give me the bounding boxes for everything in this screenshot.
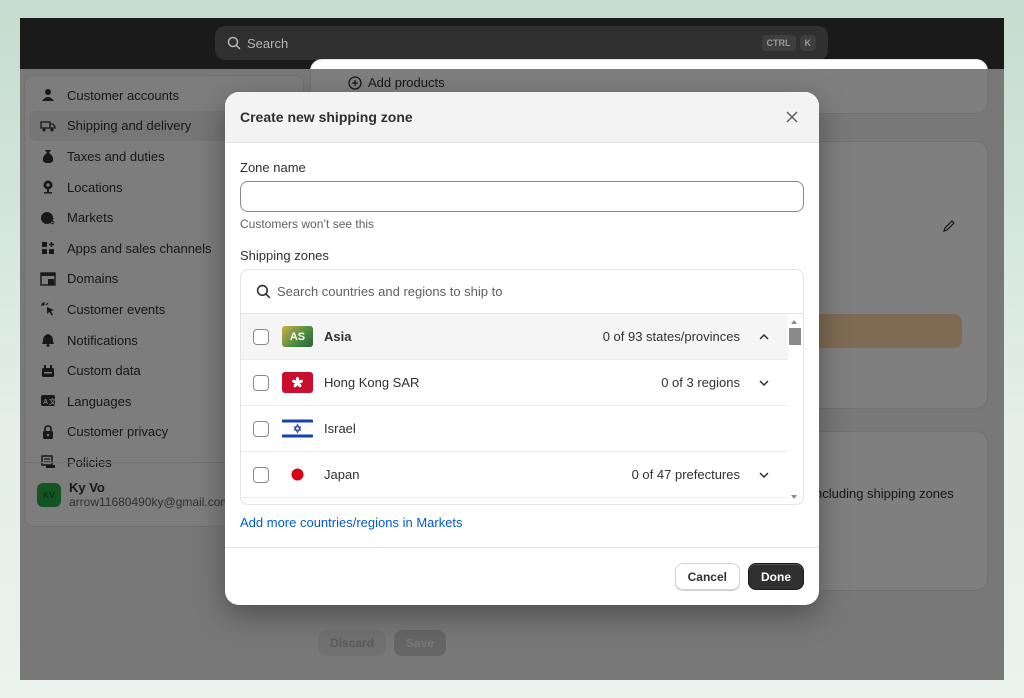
search-icon	[227, 36, 241, 50]
country-list: AS Asia 0 of 93 states/provinces Hong Kong …	[241, 314, 788, 498]
add-more-countries-link[interactable]: Add more countries/regions in Markets	[240, 515, 463, 530]
shortcut-hint: CTRL K	[761, 35, 816, 51]
region-count: 0 of 93 states/provinces	[602, 329, 740, 344]
list-scrollbar[interactable]	[787, 314, 803, 504]
flag-japan	[282, 464, 313, 485]
checkbox-asia[interactable]	[253, 328, 269, 345]
country-name: Asia	[324, 329, 352, 344]
dialog-footer: Cancel Done	[225, 547, 819, 605]
done-button[interactable]: Done	[748, 563, 804, 590]
country-search-input[interactable]	[277, 284, 757, 299]
zone-name-label: Zone name	[240, 160, 306, 175]
shortcut-key-k: K	[799, 35, 816, 51]
close-button[interactable]	[780, 105, 804, 129]
scroll-down-arrow-icon[interactable]	[791, 495, 797, 499]
create-shipping-zone-dialog: Create new shipping zone Zone name Custo…	[225, 92, 819, 605]
israel-flag-icon	[282, 418, 313, 439]
country-name: Hong Kong SAR	[324, 375, 420, 390]
cancel-button[interactable]: Cancel	[674, 563, 740, 590]
country-picker: AS Asia 0 of 93 states/provinces Hong Kong …	[240, 269, 804, 505]
asia-region-badge: AS	[282, 326, 313, 347]
region-count: 0 of 3 regions	[661, 375, 740, 390]
dialog-body: Zone name Customers won’t see this Shipp…	[225, 143, 819, 532]
country-row-israel[interactable]: Israel	[241, 406, 788, 452]
shortcut-key-ctrl: CTRL	[761, 35, 796, 51]
dialog-header: Create new shipping zone	[225, 92, 819, 143]
country-name: Japan	[324, 467, 360, 482]
hong-kong-flag-icon	[282, 372, 313, 393]
japan-flag-icon	[282, 464, 313, 485]
dialog-title: Create new shipping zone	[240, 109, 413, 125]
search-placeholder: Search	[247, 35, 289, 51]
zone-name-help: Customers won’t see this	[240, 217, 375, 231]
checkbox-israel[interactable]	[253, 420, 269, 437]
country-name: Israel	[324, 421, 356, 436]
flag-israel	[282, 418, 313, 439]
region-group-row-asia[interactable]: AS Asia 0 of 93 states/provinces	[241, 314, 788, 360]
search-icon	[256, 284, 271, 299]
country-row-hong-kong-sar[interactable]: Hong Kong SAR 0 of 3 regions	[241, 360, 788, 406]
shipping-zones-label: Shipping zones	[240, 248, 329, 263]
close-icon	[786, 111, 798, 123]
zone-name-input[interactable]	[240, 181, 804, 212]
chevron-up-icon[interactable]	[754, 333, 774, 340]
chevron-down-icon[interactable]	[754, 471, 774, 478]
scroll-thumb[interactable]	[789, 328, 801, 345]
flag-hong-kong-sar	[282, 372, 313, 393]
checkbox-japan[interactable]	[253, 466, 269, 483]
region-count: 0 of 47 prefectures	[631, 467, 740, 482]
country-row-japan[interactable]: Japan 0 of 47 prefectures	[241, 452, 788, 498]
country-search	[241, 270, 803, 314]
global-search[interactable]: Search CTRL K	[215, 26, 828, 60]
chevron-down-icon[interactable]	[754, 379, 774, 386]
scroll-up-arrow-icon[interactable]	[791, 320, 797, 324]
checkbox-hong-kong-sar[interactable]	[253, 374, 269, 391]
